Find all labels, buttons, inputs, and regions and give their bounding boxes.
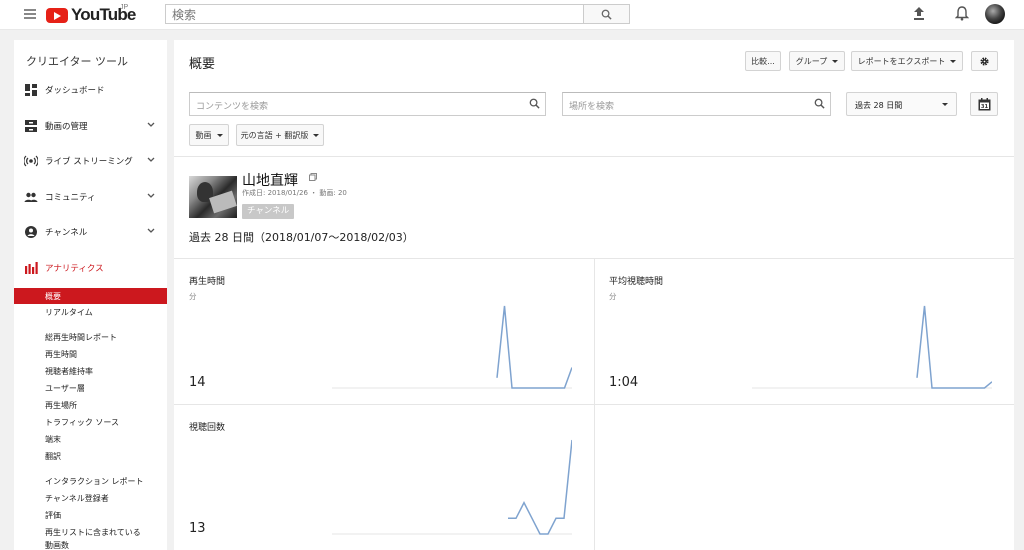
search-icon[interactable] (529, 98, 540, 109)
search-input[interactable]: 検索 (165, 4, 584, 24)
community-icon (24, 192, 38, 202)
sparkline-series (916, 305, 992, 389)
sidebar-item-analytics[interactable]: アナリティクス (14, 257, 167, 279)
sidebar-item-live-streaming[interactable]: ライブ ストリーミング (14, 150, 167, 172)
chevron-down-icon (147, 157, 155, 162)
date-range-select[interactable]: 過去 28 日間 (846, 92, 957, 116)
video-filter-label: 動画 (195, 130, 212, 140)
sidebar-item-community[interactable]: コミュニティ (14, 186, 167, 208)
analytics-icon (25, 262, 38, 274)
export-report-button[interactable]: レポートをエクスポート (851, 51, 963, 71)
main-panel: 概要 比較... グループ レポートをエクスポート コンテンツを検索 場所を検索… (174, 40, 1014, 550)
sidebar-sub-videos-count[interactable]: 動画数 (14, 537, 167, 550)
video-filter-button[interactable]: 動画 (189, 124, 229, 146)
sidebar-sub-demographics[interactable]: ユーザー層 (14, 380, 167, 396)
sidebar-section-interaction-reports: インタラクション レポート (45, 477, 144, 486)
sidebar-sub-audience-retention[interactable]: 視聴者維持率 (14, 363, 167, 379)
notifications-bell-icon[interactable] (955, 5, 969, 21)
language-filter-button[interactable]: 元の言語 + 翻訳版 (236, 124, 324, 146)
period-label: 過去 28 日間（2018/01/07〜2018/02/03） (189, 231, 414, 244)
sidebar-title: クリエイター ツール (26, 55, 129, 68)
caret-down-icon (216, 133, 223, 137)
sparkline-views (332, 439, 572, 535)
metric-unit-watch-time: 分 (189, 292, 197, 301)
sparkline-series (508, 439, 572, 535)
calendar-day: 31 (980, 104, 988, 110)
menu-icon[interactable] (24, 9, 36, 19)
calendar-button[interactable]: 31 (970, 92, 998, 116)
open-in-new-icon[interactable] (309, 173, 317, 181)
dashboard-icon (25, 84, 37, 96)
content-search-placeholder: コンテンツを検索 (196, 102, 269, 112)
search-icon (601, 9, 612, 20)
sidebar-sub-realtime[interactable]: リアルタイム (14, 304, 167, 320)
caret-down-icon (942, 103, 948, 106)
export-report-label: レポートをエクスポート (857, 56, 946, 66)
sparkline-watch-time (332, 305, 572, 389)
sparkline-avg-view-duration (752, 305, 992, 389)
location-search-placeholder: 場所を検索 (569, 102, 615, 112)
sidebar-sub-subscribers[interactable]: チャンネル登録者 (14, 490, 167, 506)
sidebar-item-channel[interactable]: チャンネル (14, 221, 167, 243)
chevron-down-icon (147, 193, 155, 198)
sidebar-sub-ratings[interactable]: 評価 (14, 507, 167, 523)
channel-thumbnail[interactable] (189, 176, 237, 218)
sparkline-series (496, 305, 572, 389)
metric-value-watch-time: 14 (189, 375, 206, 390)
caret-down-icon (950, 59, 957, 63)
calendar-icon: 31 (978, 97, 990, 110)
metric-unit-avg-view-duration: 分 (609, 292, 617, 301)
sidebar-sub-devices[interactable]: 端末 (14, 431, 167, 447)
sidebar-sub-translations[interactable]: 翻訳 (14, 448, 167, 464)
sidebar-item-video-manager[interactable]: 動画の管理 (14, 115, 167, 137)
search-button[interactable] (584, 4, 630, 24)
settings-button[interactable] (971, 51, 998, 71)
sidebar-sub-watch-time[interactable]: 再生時間 (14, 346, 167, 362)
divider (174, 156, 1014, 157)
chevron-down-icon (147, 228, 155, 233)
account-avatar[interactable] (985, 4, 1005, 24)
top-bar: YouTube JP 検索 (0, 0, 1024, 30)
metric-value-avg-view-duration: 1:04 (609, 375, 639, 390)
sidebar-section-watch-reports: 総再生時間レポート (45, 333, 117, 342)
sidebar-sub-playback-locations[interactable]: 再生場所 (14, 397, 167, 413)
search-icon[interactable] (814, 98, 825, 109)
sidebar-sub-overview[interactable]: 概要 (14, 288, 167, 304)
divider (594, 258, 595, 550)
play-logo-icon (46, 7, 68, 23)
date-range-value: 過去 28 日間 (855, 101, 903, 110)
compare-button[interactable]: 比較... (745, 51, 781, 71)
upload-icon[interactable] (912, 6, 926, 21)
channel-badge: チャンネル (242, 204, 295, 219)
sidebar-sub-traffic-sources[interactable]: トラフィック ソース (14, 414, 167, 430)
sidebar: クリエイター ツール ダッシュボード 動画の管理 ライブ ストリーミング コミュ… (14, 40, 167, 550)
metric-title-views[interactable]: 視聴回数 (189, 420, 225, 433)
region-label: JP (120, 4, 129, 11)
metric-title-avg-view-duration[interactable]: 平均視聴時間 (609, 274, 663, 287)
caret-down-icon (313, 133, 320, 137)
gear-icon (980, 56, 989, 66)
live-icon (24, 155, 38, 167)
language-filter-label: 元の言語 + 翻訳版 (240, 130, 309, 140)
metric-value-views: 13 (189, 521, 206, 536)
location-search-input[interactable]: 場所を検索 (562, 92, 831, 116)
caret-down-icon (832, 59, 839, 63)
channel-meta: 作成日: 2018/01/26 ・ 動画: 20 (242, 189, 347, 197)
content-search-input[interactable]: コンテンツを検索 (189, 92, 546, 116)
metric-title-watch-time[interactable]: 再生時間 (189, 274, 225, 287)
page-title: 概要 (189, 57, 216, 72)
channel-name[interactable]: 山地直輝 (242, 170, 298, 190)
group-button-label: グループ (795, 56, 828, 66)
video-manager-icon (25, 120, 37, 132)
group-button[interactable]: グループ (789, 51, 845, 71)
channel-icon (25, 226, 37, 238)
sidebar-item-dashboard[interactable]: ダッシュボード (14, 79, 167, 101)
chevron-down-icon (147, 122, 155, 127)
